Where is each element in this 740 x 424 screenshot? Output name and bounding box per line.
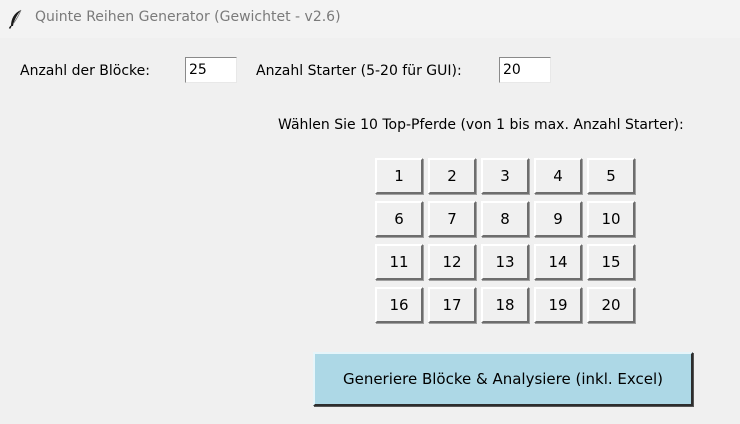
window-title: Quinte Reihen Generator (Gewichtet - v2.… xyxy=(35,9,341,25)
horse-button-17[interactable]: 17 xyxy=(428,287,476,323)
horse-button-1[interactable]: 1 xyxy=(375,158,423,194)
horse-button-8[interactable]: 8 xyxy=(481,201,529,237)
horse-button-5[interactable]: 5 xyxy=(587,158,635,194)
horse-button-20[interactable]: 20 xyxy=(587,287,635,323)
horse-button-10[interactable]: 10 xyxy=(587,201,635,237)
horse-button-18[interactable]: 18 xyxy=(481,287,529,323)
horse-button-grid: 1 2 3 4 5 6 7 8 9 10 11 12 13 14 15 16 17 18 19 20 xyxy=(375,158,636,328)
feather-icon xyxy=(8,9,24,29)
horse-button-4[interactable]: 4 xyxy=(534,158,582,194)
horse-button-14[interactable]: 14 xyxy=(534,244,582,280)
title-bar: Quinte Reihen Generator (Gewichtet - v2.… xyxy=(0,0,740,38)
horse-button-19[interactable]: 19 xyxy=(534,287,582,323)
horse-button-9[interactable]: 9 xyxy=(534,201,582,237)
starters-count-input[interactable] xyxy=(499,57,551,83)
main-panel: Anzahl der Blöcke: Anzahl Starter (5-20 … xyxy=(0,38,740,424)
horse-button-15[interactable]: 15 xyxy=(587,244,635,280)
horse-button-16[interactable]: 16 xyxy=(375,287,423,323)
horse-button-7[interactable]: 7 xyxy=(428,201,476,237)
horse-button-6[interactable]: 6 xyxy=(375,201,423,237)
blocks-count-label: Anzahl der Blöcke: xyxy=(20,63,150,79)
horse-button-3[interactable]: 3 xyxy=(481,158,529,194)
horse-button-11[interactable]: 11 xyxy=(375,244,423,280)
instruction-label: Wählen Sie 10 Top-Pferde (von 1 bis max.… xyxy=(278,117,684,133)
horse-button-13[interactable]: 13 xyxy=(481,244,529,280)
blocks-count-input[interactable] xyxy=(185,57,237,83)
horse-button-2[interactable]: 2 xyxy=(428,158,476,194)
generate-analyze-button[interactable]: Generiere Blöcke & Analysiere (inkl. Exc… xyxy=(313,352,693,406)
starters-count-label: Anzahl Starter (5-20 für GUI): xyxy=(256,63,462,79)
horse-button-12[interactable]: 12 xyxy=(428,244,476,280)
